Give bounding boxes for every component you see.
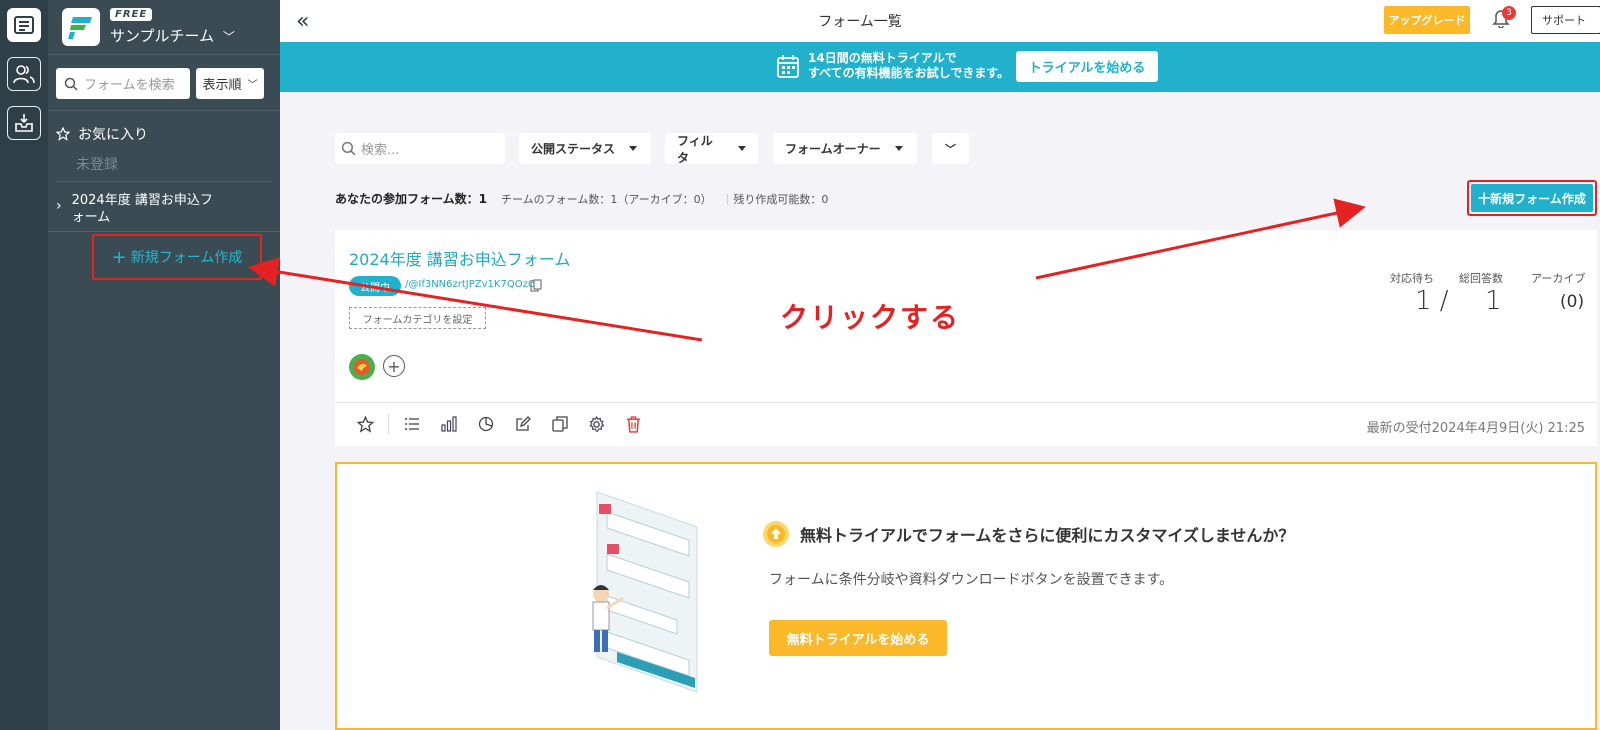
arrow-to-new-form-button — [1035, 198, 1366, 280]
annotation-arrows — [248, 198, 1366, 342]
arrow-to-sidebar-new-form — [248, 256, 703, 342]
